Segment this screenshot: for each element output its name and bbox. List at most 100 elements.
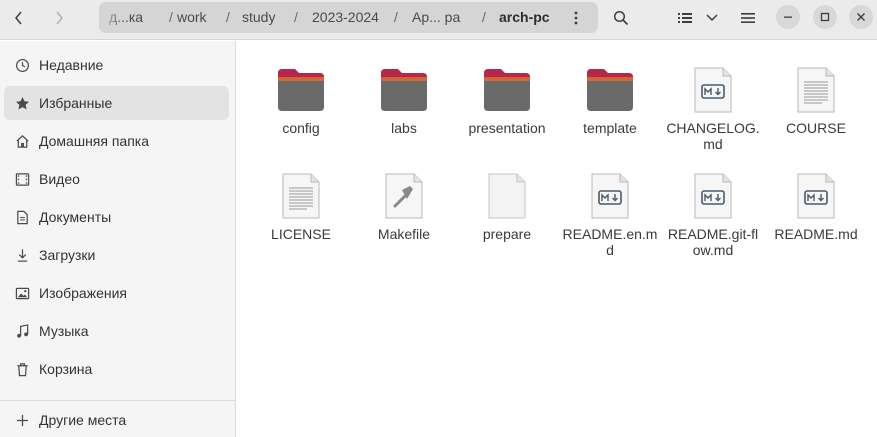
file-name: CHANGELOG.md (666, 120, 760, 152)
markdown-file-icon (683, 62, 743, 118)
sidebar-item-label: Недавние (39, 57, 104, 73)
documents-icon (14, 209, 30, 225)
file-name: prepare (482, 226, 532, 242)
file-name: README.en.md (562, 226, 658, 258)
file-item[interactable]: README.md (766, 168, 866, 242)
view-options-button[interactable] (700, 5, 724, 31)
chevron-down-icon (706, 14, 718, 22)
sidebar-item-label: Другие места (39, 412, 127, 428)
sidebar-item-pictures[interactable]: Изображения (4, 276, 229, 310)
sidebar-item-starred[interactable]: Избранные (4, 86, 229, 120)
sidebar-item-label: Избранные (39, 95, 113, 111)
music-icon (14, 323, 30, 339)
file-name: Makefile (377, 226, 431, 242)
minimize-button[interactable] (776, 5, 800, 29)
sidebar-item-downloads[interactable]: Загрузки (4, 238, 229, 272)
breadcrumb-separator: / (226, 9, 230, 25)
downloads-icon (14, 247, 30, 263)
list-view-icon (678, 13, 692, 23)
breadcrumb-current[interactable]: arch-pc (499, 2, 550, 33)
markdown-file-icon (683, 168, 743, 224)
file-name: presentation (468, 120, 546, 136)
main-menu-button[interactable] (733, 5, 763, 31)
view-toggle-button[interactable] (670, 5, 700, 31)
text-file-icon (786, 62, 846, 118)
file-item[interactable]: template (560, 62, 660, 136)
folder-icon (580, 62, 640, 118)
file-item[interactable]: labs (354, 62, 454, 136)
breadcrumb-separator: / (294, 9, 298, 25)
home-icon (14, 133, 30, 149)
maximize-button[interactable] (813, 5, 837, 29)
sidebar-divider (0, 400, 235, 401)
text-file-icon (271, 168, 331, 224)
folder-icon (374, 62, 434, 118)
breadcrumb-item[interactable]: study (242, 2, 275, 33)
sidebar-item-label: Видео (39, 171, 80, 187)
breadcrumb-item[interactable]: work (177, 2, 207, 33)
sidebar-item-label: Домашняя папка (39, 133, 150, 149)
star-icon (14, 95, 30, 111)
minimize-icon (784, 16, 792, 18)
file-name: COURSE (786, 120, 846, 136)
file-item[interactable]: COURSE (766, 62, 866, 136)
file-name: LICENSE (271, 226, 331, 242)
makefile-icon (374, 168, 434, 224)
pictures-icon (14, 285, 30, 301)
file-name: README.git-flow.md (667, 226, 759, 258)
path-menu-icon[interactable] (573, 10, 579, 26)
maximize-icon (820, 12, 830, 22)
search-icon (613, 10, 629, 26)
close-icon (857, 13, 865, 21)
file-item[interactable]: config (251, 62, 351, 136)
file-item[interactable]: README.git-flow.md (663, 168, 763, 258)
sidebar-item-label: Загрузки (39, 247, 96, 263)
close-button[interactable] (849, 5, 873, 29)
sidebar-item-music[interactable]: Музыка (4, 314, 229, 348)
sidebar: Недавние Избранные Домашняя папка Видео … (0, 41, 236, 437)
trash-icon (14, 361, 30, 377)
sidebar-item-documents[interactable]: Документы (4, 200, 229, 234)
file-item[interactable]: README.en.md (560, 168, 660, 258)
sidebar-item-recent[interactable]: Недавние (4, 48, 229, 82)
chevron-right-icon (56, 11, 63, 25)
sidebar-item-label: Корзина (39, 361, 93, 377)
header-bar: д...ка / work / study / 2023-2024 / Ар..… (0, 0, 877, 40)
sidebar-item-label: Документы (39, 209, 112, 225)
file-grid: config labs presentation template CHANGE… (236, 41, 877, 437)
search-button[interactable] (606, 5, 636, 31)
sidebar-item-trash[interactable]: Корзина (4, 352, 229, 386)
sidebar-item-label: Музыка (39, 323, 89, 339)
folder-icon (477, 62, 537, 118)
recent-icon (14, 57, 30, 73)
chevron-left-icon (15, 11, 22, 25)
file-item[interactable]: Makefile (354, 168, 454, 242)
file-item[interactable]: CHANGELOG.md (663, 62, 763, 152)
file-item[interactable]: LICENSE (251, 168, 351, 242)
video-icon (14, 171, 30, 187)
file-item[interactable]: presentation (457, 62, 557, 136)
file-name: config (282, 120, 320, 136)
markdown-file-icon (580, 168, 640, 224)
file-name: template (583, 120, 637, 136)
back-button[interactable] (4, 5, 34, 31)
breadcrumb-separator: / (169, 9, 173, 25)
folder-icon (271, 62, 331, 118)
file-name: README.md (774, 226, 858, 242)
markdown-file-icon (786, 168, 846, 224)
file-name: labs (391, 120, 417, 136)
breadcrumb-separator: / (482, 9, 486, 25)
plus-icon (14, 412, 30, 428)
path-fade (99, 2, 125, 33)
blank-file-icon (477, 168, 537, 224)
breadcrumb-item[interactable]: Ар... ра (412, 2, 460, 33)
file-item[interactable]: prepare (457, 168, 557, 242)
sidebar-item-videos[interactable]: Видео (4, 162, 229, 196)
path-bar: д...ка / work / study / 2023-2024 / Ар..… (99, 2, 598, 33)
sidebar-item-other-locations[interactable]: Другие места (4, 403, 229, 437)
breadcrumb-separator: / (394, 9, 398, 25)
forward-button[interactable] (44, 5, 74, 31)
breadcrumb-item[interactable]: 2023-2024 (312, 2, 379, 33)
sidebar-item-home[interactable]: Домашняя папка (4, 124, 229, 158)
file-manager-window: д...ка / work / study / 2023-2024 / Ар..… (0, 0, 877, 437)
